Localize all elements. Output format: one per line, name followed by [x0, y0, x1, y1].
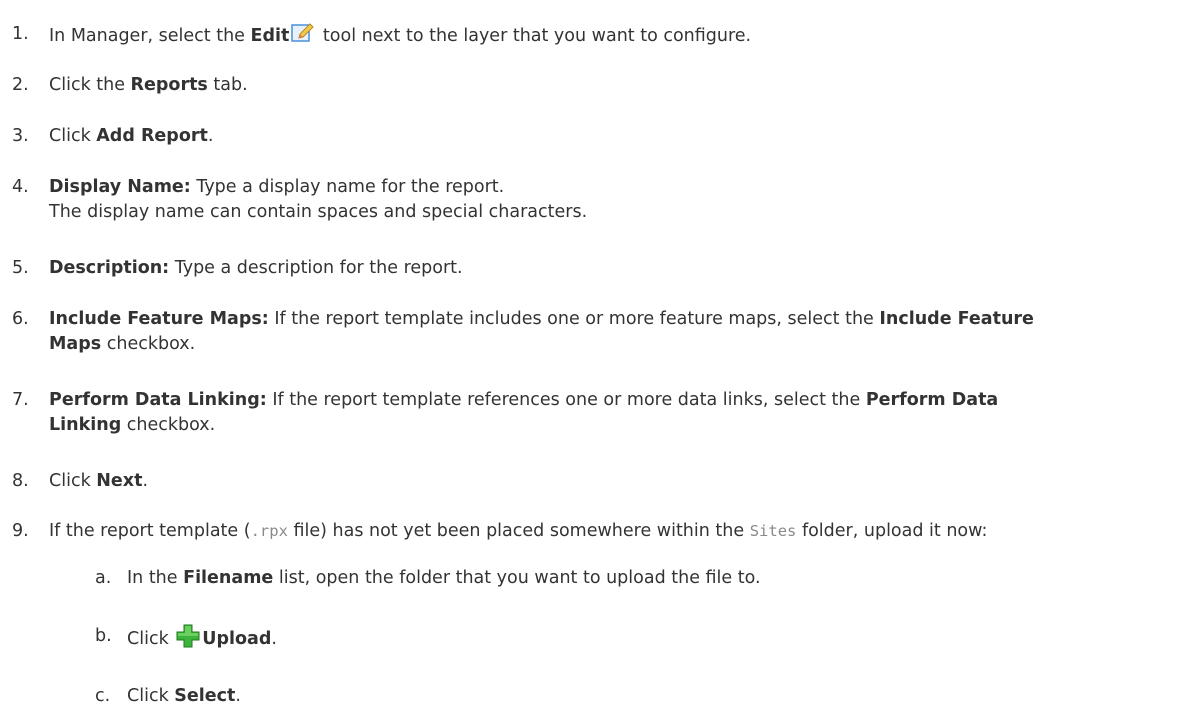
folder-name: Sites: [749, 522, 797, 540]
ui-term: Linking: [49, 415, 122, 435]
file-extension: .rpx: [250, 522, 288, 540]
substep-text: Click Upload.: [127, 624, 1190, 652]
substep-text: In the Filename list, open the folder th…: [127, 568, 761, 588]
ui-term: Select: [174, 686, 236, 706]
step-number: 7.: [12, 390, 29, 410]
step-number: 8.: [12, 471, 29, 491]
step-number: 2.: [12, 75, 29, 95]
step-number: 3.: [12, 126, 29, 146]
step-number: 1.: [12, 24, 29, 44]
substep-text: Click Select.: [127, 686, 241, 706]
field-name: Display Name:: [49, 177, 191, 197]
ui-term: Include Feature: [879, 309, 1034, 329]
step-text: Click the Reports tab.: [49, 75, 248, 95]
procedure-document: 1. In Manager, select the Edit tool next…: [0, 0, 1195, 726]
step-text: Display Name: Type a display name for th…: [49, 177, 588, 222]
step-text: In Manager, select the Edit tool next to…: [49, 22, 1190, 49]
ui-term: Maps: [49, 334, 102, 354]
step-text: Include Feature Maps: If the report temp…: [49, 309, 1034, 354]
step-number: 6.: [12, 309, 29, 329]
ui-term: Perform Data: [865, 390, 999, 410]
step-number: 5.: [12, 258, 29, 278]
step-text: Description: Type a description for the …: [49, 258, 463, 278]
step-text: Click Add Report.: [49, 126, 214, 146]
step-text: Perform Data Linking: If the report temp…: [49, 390, 999, 435]
green-plus-icon: [176, 624, 200, 648]
step-number: 4.: [12, 177, 29, 197]
substep-letter: a.: [95, 568, 112, 588]
step-text: Click Next.: [49, 471, 149, 491]
ui-term: Reports: [130, 75, 208, 95]
step-note: The display name can contain spaces and …: [49, 202, 588, 222]
step-number: 9.: [12, 521, 29, 541]
field-name: Perform Data Linking:: [49, 390, 267, 410]
edit-pencil-icon: [291, 22, 315, 44]
ui-term: Edit: [250, 26, 290, 46]
substep-letter: b.: [95, 626, 112, 646]
field-name: Description:: [49, 258, 170, 278]
substep-letter: c.: [95, 686, 111, 706]
ui-term: Add Report: [96, 126, 208, 146]
ui-term: Filename: [183, 568, 274, 588]
ui-term: Next: [96, 471, 143, 491]
step-text: If the report template (.rpx file) has n…: [49, 521, 988, 541]
field-name: Include Feature Maps:: [49, 309, 269, 329]
ui-term: Upload: [202, 629, 272, 649]
